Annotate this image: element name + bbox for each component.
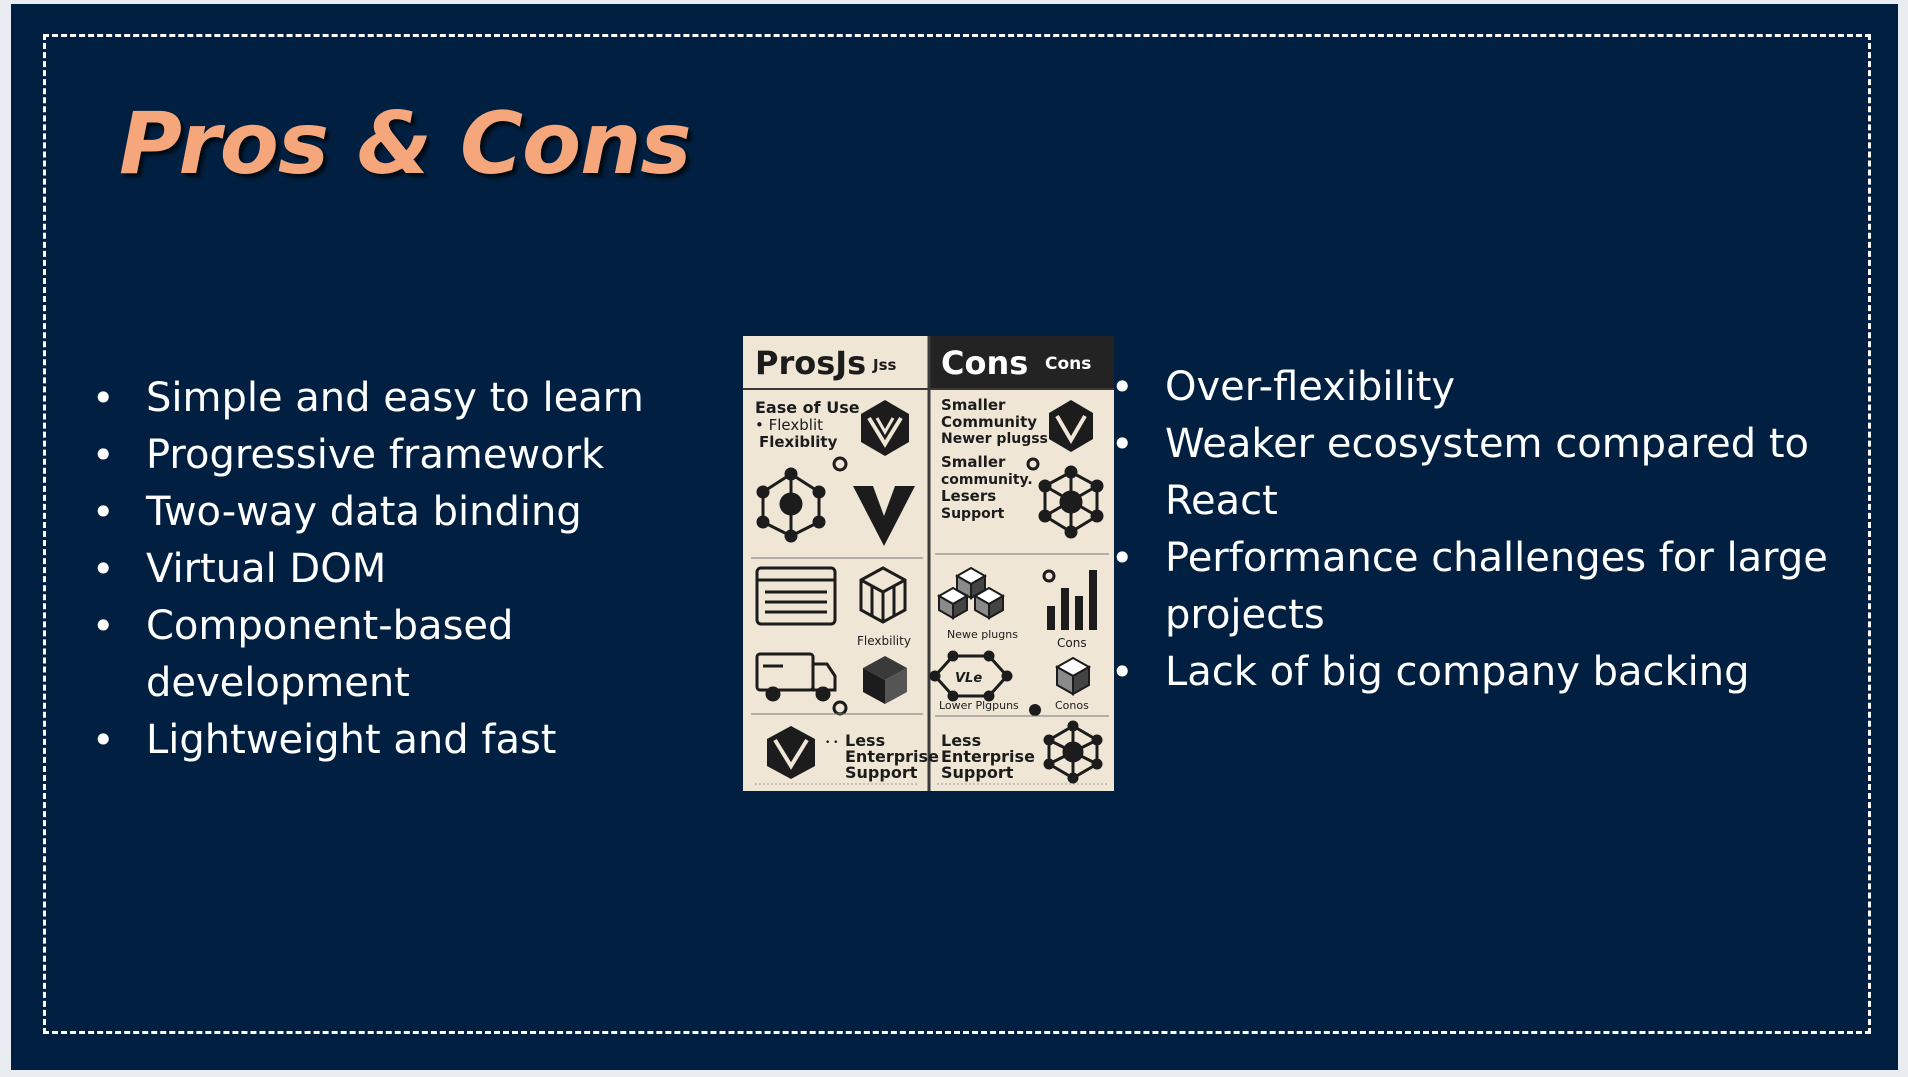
pros-item: Virtual DOM [92,541,746,598]
pros-text: Flexiblity [759,433,838,451]
dot-icon [1029,704,1041,716]
pros-bottom-text: Support [845,763,918,782]
cons-label: Lower Plgpuns [939,699,1019,712]
cons-item: Lack of big company backing [1111,644,1845,701]
cons-text: Lesers [941,487,996,505]
pros-item: Two-way data binding [92,484,746,541]
cons-bottom-text: Support [941,763,1014,782]
cons-text: Community [941,413,1037,431]
cons-list: Over-flexibility Weaker ecosystem compar… [1111,359,1845,701]
cons-label: VLe [955,671,982,686]
cons-item: Over-flexibility [1111,359,1845,416]
cons-header-small: Cons [1045,354,1091,374]
cons-label: Cons [1057,636,1087,650]
pros-header-small: Jss [872,356,897,374]
slide-title: Pros & Cons [119,94,692,194]
cons-text: Newer plugss [941,431,1048,447]
cons-label: Newe plugns [947,628,1018,641]
bullet-dots: • • [825,738,838,748]
slide: Pros & Cons Simple and easy to learn Pro… [11,4,1898,1070]
pros-item: Progressive framework [92,427,746,484]
pros-header: ProsJs [755,344,866,382]
illustration-svg: ProsJs Jss Cons Cons Ease of Use • Flexb… [743,336,1114,791]
cons-header: Cons [941,344,1028,382]
cons-label: Conos [1055,699,1089,712]
pros-item: Simple and easy to learn [92,370,746,427]
cons-text: Smaller [941,396,1006,414]
flex-label: Flexbility [857,634,911,648]
cons-text: Support [941,506,1005,522]
pros-text: • Flexblit [755,416,823,434]
cons-text: community. [941,472,1033,488]
cons-item: Weaker ecosystem compared to React [1111,416,1845,530]
cons-text: Smaller [941,453,1006,471]
pros-text: Ease of Use [755,398,860,417]
pros-item: Component-based development [92,598,746,712]
pros-item: Lightweight and fast [92,712,746,769]
cons-item: Performance challenges for large project… [1111,530,1845,644]
pros-list: Simple and easy to learn Progressive fra… [92,370,746,769]
cube-icon [1054,656,1092,696]
pros-cons-illustration: ProsJs Jss Cons Cons Ease of Use • Flexb… [743,336,1114,791]
